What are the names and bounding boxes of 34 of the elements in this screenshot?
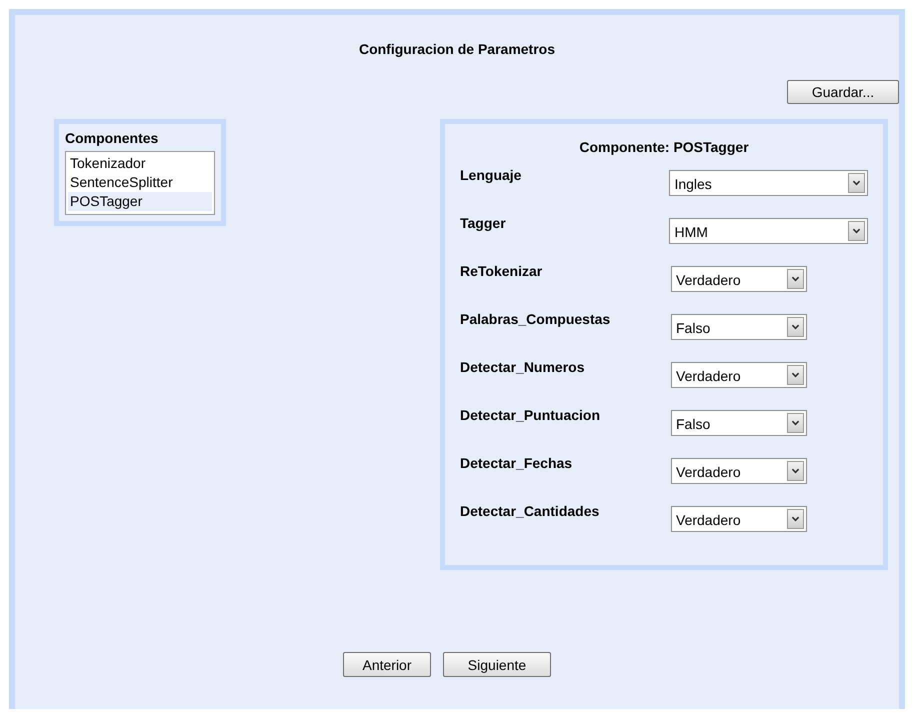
parameter-label: Lenguaje: [460, 166, 522, 183]
chevron-down-icon: [787, 269, 804, 289]
page-title: Configuracion de Parametros: [358, 41, 556, 57]
nav-button[interactable]: Siguiente: [443, 652, 551, 677]
dropdown[interactable]: Verdadero: [671, 266, 807, 292]
dropdown[interactable]: Ingles: [669, 170, 868, 196]
dropdown[interactable]: Falso: [671, 410, 807, 436]
dropdown[interactable]: Verdadero: [671, 506, 807, 532]
chevron-down-icon: [787, 317, 804, 337]
dropdown[interactable]: Falso: [671, 314, 807, 340]
list-item[interactable]: Tokenizador: [68, 154, 212, 173]
list-item[interactable]: SentenceSplitter: [68, 173, 212, 192]
components-list[interactable]: Tokenizador SentenceSplitter POSTagger: [65, 151, 215, 215]
save-button[interactable]: Guardar...: [787, 80, 899, 104]
parameter-label: Detectar_Fechas: [460, 454, 574, 471]
dropdown[interactable]: HMM: [669, 218, 868, 244]
nav-button[interactable]: Anterior: [343, 652, 431, 677]
panel-title: Componentes: [65, 130, 160, 146]
chevron-down-icon: [787, 509, 804, 529]
chevron-down-icon: [848, 173, 865, 193]
dropdown[interactable]: Verdadero: [671, 362, 807, 388]
chevron-down-icon: [787, 461, 804, 481]
parameter-label: ReTokenizar: [460, 262, 544, 279]
parameter-label: Detectar_Numeros: [460, 358, 586, 375]
chevron-down-icon: [787, 413, 804, 433]
parameter-label: Detectar_Puntuacion: [460, 406, 602, 423]
parameter-label: Detectar_Cantidades: [460, 502, 600, 519]
dropdown[interactable]: Verdadero: [671, 458, 807, 484]
list-item[interactable]: POSTagger: [68, 192, 212, 211]
chevron-down-icon: [848, 221, 865, 241]
parameter-label: Tagger: [460, 214, 507, 231]
chevron-down-icon: [787, 365, 804, 385]
parameter-label: Palabras_Compuestas: [460, 310, 612, 327]
panel-title: Componente: POSTagger: [578, 139, 750, 155]
